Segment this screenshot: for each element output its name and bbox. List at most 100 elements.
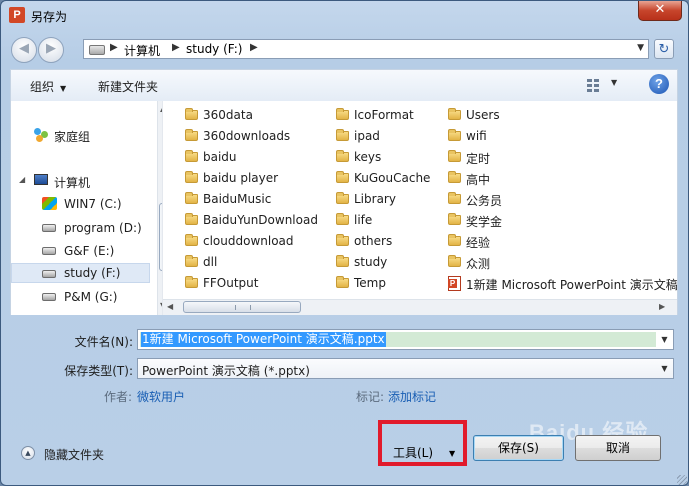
folder-icon	[448, 234, 461, 246]
filetype-select[interactable]: PowerPoint 演示文稿 (*.pptx) ▼	[137, 358, 674, 379]
file-name: 定时	[466, 152, 491, 166]
folder-icon	[336, 213, 349, 225]
file-name: Library	[354, 192, 396, 206]
sidebar-item-label: 家庭组	[54, 130, 91, 144]
sidebar-item-gf-e[interactable]: G&F (E:)	[11, 241, 150, 261]
file-name: Temp	[354, 276, 386, 290]
scroll-left-icon[interactable]: ◀	[167, 302, 173, 311]
folder-icon	[185, 150, 198, 162]
caret-down-icon[interactable]: ▼	[611, 78, 617, 87]
annotation-highlight-box	[378, 420, 467, 466]
folder-icon	[448, 192, 461, 204]
save-button[interactable]: 保存(S)	[473, 435, 564, 461]
command-toolbar: 组织 ▼ 新建文件夹 ▼ ?	[10, 69, 678, 101]
scrollbar-thumb[interactable]	[183, 301, 301, 313]
powerpoint-icon: P	[9, 7, 25, 23]
file-name: 经验	[466, 236, 491, 250]
add-tags-link[interactable]: 添加标记	[388, 388, 436, 405]
drive-icon	[42, 293, 56, 301]
view-options-icon[interactable]	[587, 78, 601, 92]
chevron-right-icon[interactable]: ▶	[110, 42, 118, 53]
sidebar-item-study-f[interactable]: study (F:)	[11, 263, 150, 283]
breadcrumb-study[interactable]: study (F:)	[186, 42, 242, 56]
caret-down-icon: ▼	[60, 84, 67, 93]
folder-icon	[336, 171, 349, 183]
file-name: 众测	[466, 257, 491, 271]
homegroup-icon	[34, 128, 48, 142]
sidebar-item-pm-g[interactable]: P&M (G:)	[11, 287, 150, 307]
file-name: baidu	[203, 150, 237, 164]
breadcrumb-computer[interactable]: 计算机	[124, 42, 160, 59]
filename-label: 文件名(N):	[74, 335, 133, 349]
forward-button[interactable]: ▶	[38, 37, 64, 63]
filename-field[interactable]: 1新建 Microsoft PowerPoint 演示文稿.pptx ▼	[137, 329, 674, 350]
file-list: 360data 360downloads baidu baidu player Baid…	[162, 101, 678, 315]
author-value[interactable]: 微软用户	[137, 388, 185, 405]
sidebar-item-label: WIN7 (C:)	[64, 197, 122, 211]
cancel-button[interactable]: 取消	[575, 435, 661, 461]
sidebar-item-program-d[interactable]: program (D:)	[11, 218, 150, 238]
filetype-value: PowerPoint 演示文稿 (*.pptx)	[142, 364, 310, 378]
drive-icon	[42, 247, 56, 255]
file-name: FFOutput	[203, 276, 259, 290]
resize-grip[interactable]	[677, 475, 687, 485]
folder-icon	[336, 234, 349, 246]
sidebar-item-homegroup[interactable]: 家庭组	[11, 125, 150, 145]
address-bar[interactable]: ▶ 计算机 ▶ study (F:) ▶ ▼	[83, 39, 649, 59]
filename-text[interactable]: 1新建 Microsoft PowerPoint 演示文稿.pptx	[141, 332, 386, 347]
folder-icon	[336, 255, 349, 267]
sidebar-item-label: program (D:)	[64, 221, 142, 235]
close-button[interactable]: ✕	[638, 1, 682, 21]
folder-icon	[185, 192, 198, 204]
help-icon[interactable]: ?	[649, 74, 669, 94]
organize-menu[interactable]: 组织 ▼	[30, 78, 66, 95]
file-name: 1新建 Microsoft PowerPoint 演示文稿.	[466, 278, 678, 292]
folder-icon	[448, 150, 461, 162]
folder-icon	[185, 108, 198, 120]
dialog-title: 另存为	[31, 10, 68, 24]
folder-icon	[448, 171, 461, 183]
file-name: study	[354, 255, 388, 269]
powerpoint-file-icon	[448, 276, 461, 291]
chevron-right-icon[interactable]: ▶	[172, 42, 180, 53]
folder-icon	[336, 150, 349, 162]
refresh-button[interactable]: ↻	[654, 39, 674, 59]
hide-folders-label: 隐藏文件夹	[44, 448, 105, 462]
new-folder-button[interactable]: 新建文件夹	[98, 78, 158, 95]
sidebar-item-label: study (F:)	[64, 266, 121, 280]
file-name: Users	[466, 108, 500, 122]
folder-icon	[185, 213, 198, 225]
file-name: others	[354, 234, 393, 248]
tags-label: 标记:	[356, 390, 385, 404]
back-button[interactable]: ◀	[11, 37, 37, 63]
file-name: 360downloads	[203, 129, 291, 143]
sidebar-item-computer[interactable]: ◢ 计算机	[11, 171, 150, 191]
chevron-down-icon[interactable]: ▼	[637, 43, 644, 53]
scroll-right-icon[interactable]: ▶	[659, 302, 665, 311]
file-name: baidu player	[203, 171, 279, 185]
file-name: dll	[203, 255, 218, 269]
title-bar[interactable]: P 另存为 ✕	[1, 1, 688, 31]
caret-down-icon[interactable]: ◢	[19, 175, 25, 184]
file-name: 360data	[203, 108, 253, 122]
file-name: wifi	[466, 129, 487, 143]
drive-icon	[42, 270, 56, 278]
windows-drive-icon	[42, 197, 57, 210]
computer-icon	[34, 174, 48, 185]
folder-icon	[336, 129, 349, 141]
folder-icon	[185, 129, 198, 141]
file-name: 奖学金	[466, 215, 503, 229]
file-list-scrollbar[interactable]: ◀ ▶	[163, 299, 677, 315]
folder-icon	[448, 213, 461, 225]
folder-icon	[185, 255, 198, 267]
navigation-pane: 家庭组 ◢ 计算机 WIN7 (C:) program (D:) G&F (E:…	[10, 101, 162, 315]
drive-icon	[89, 45, 105, 55]
file-name: BaiduYunDownload	[203, 213, 318, 227]
folder-icon	[336, 276, 349, 288]
sidebar-item-win7-c[interactable]: WIN7 (C:)	[11, 194, 150, 214]
chevron-down-icon[interactable]: ▼	[656, 359, 673, 378]
file-name: IcoFormat	[354, 108, 414, 122]
chevron-right-icon[interactable]: ▶	[250, 42, 258, 53]
chevron-down-icon[interactable]: ▼	[656, 330, 673, 349]
file-name: keys	[354, 150, 382, 164]
